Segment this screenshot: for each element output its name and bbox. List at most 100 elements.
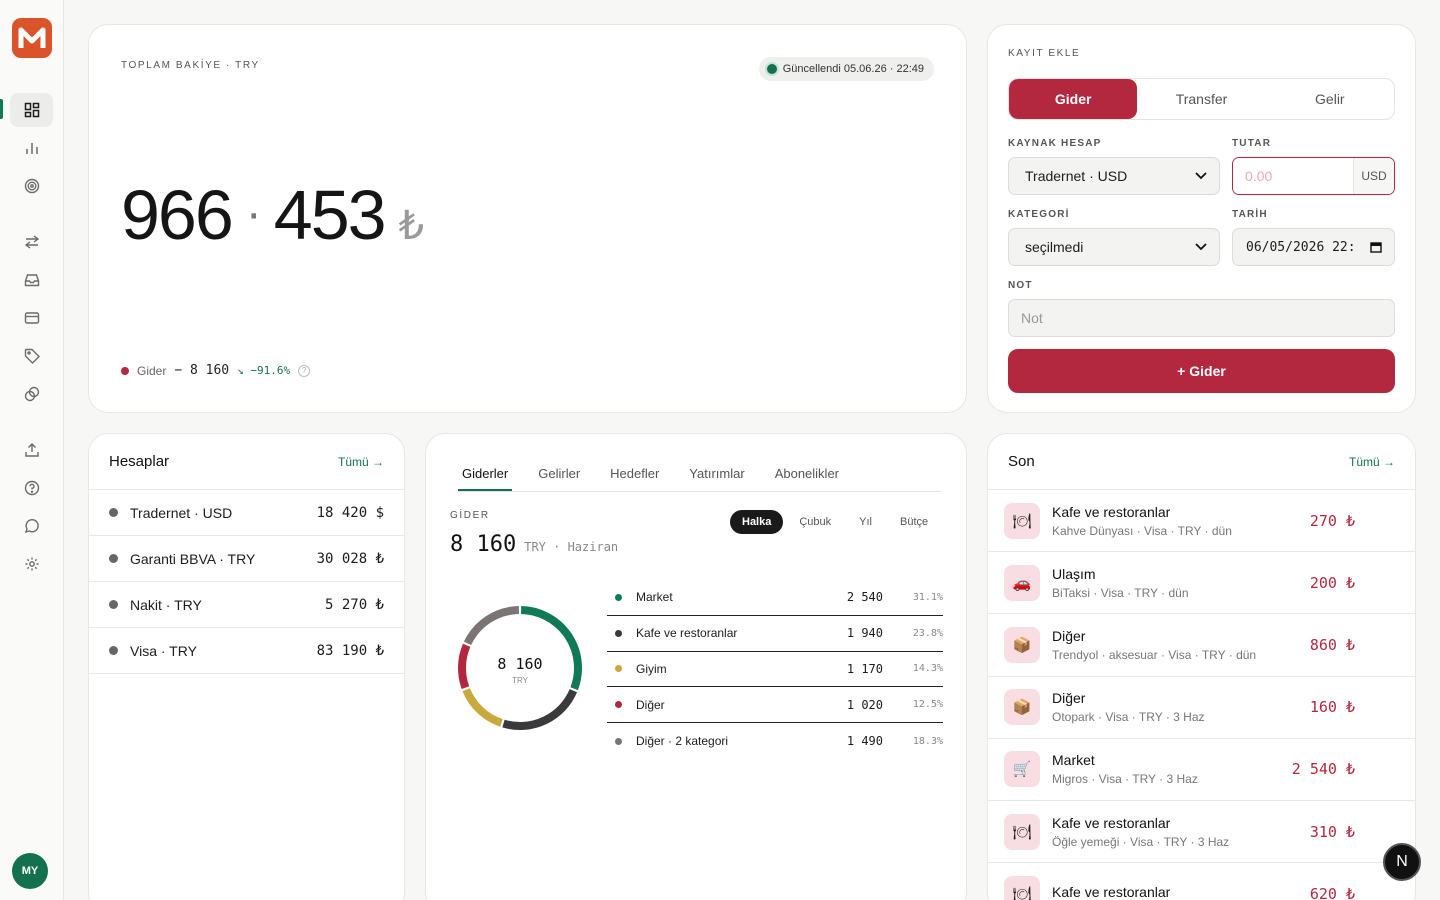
type-income[interactable]: Gelir — [1266, 79, 1394, 119]
breakdown-total-suffix: TRY · Haziran — [524, 540, 619, 554]
nav-dashboard[interactable] — [10, 93, 53, 127]
nav-tags[interactable] — [10, 339, 53, 373]
legend-row[interactable]: Diğer 1 020 12.5% — [607, 687, 943, 724]
record-type-toggle: Gider Transfer Gelir — [1008, 78, 1395, 120]
balance-currency: ₺ — [398, 204, 424, 248]
tab-income[interactable]: Gelirler — [534, 456, 584, 491]
donut-center-unit: TRY — [512, 676, 529, 685]
amount-input[interactable]: 0.00 — [1233, 158, 1353, 194]
legend-value: 1 170 — [846, 661, 883, 676]
transaction-row[interactable]: 📦 Diğer Trendyol · aksesuar · Visa · TRY ·… — [988, 614, 1415, 677]
chevron-down-icon — [1195, 243, 1207, 251]
view-ring[interactable]: Halka — [730, 510, 784, 534]
note-input[interactable]: Not — [1008, 299, 1395, 337]
nav-import[interactable] — [10, 433, 53, 467]
nav-analytics[interactable] — [10, 131, 53, 165]
account-row[interactable]: Tradernet · USD 18 420 $ — [89, 490, 404, 536]
info-icon[interactable]: ? — [298, 364, 311, 377]
transaction-info: Kafe ve restoranlar Öğle yemeği · Visa · … — [1052, 815, 1265, 849]
nav-cards[interactable] — [10, 301, 53, 335]
view-bar[interactable]: Çubuk — [787, 510, 843, 534]
expense-label: Gider — [137, 363, 167, 378]
donut-segment[interactable] — [502, 689, 578, 730]
transaction-subtitle: Otopark · Visa · TRY · 3 Haz — [1052, 710, 1205, 725]
transaction-row[interactable]: 🛒 Market Migros · Visa · TRY · 3 Haz 2 540 … — [988, 739, 1415, 801]
donut-segment[interactable] — [462, 688, 503, 727]
category-icon: 🍽 — [1004, 502, 1040, 539]
account-row[interactable]: Visa · TRY 83 190 ₺ — [89, 628, 404, 674]
donut-segment[interactable] — [463, 606, 520, 646]
transaction-row[interactable]: 🍽 Kafe ve restoranlar Kahve Dünyası · Visa… — [988, 490, 1415, 553]
transaction-row[interactable]: 📦 Diğer Otopark · Visa · TRY · 3 Haz 160 ₺ — [988, 677, 1415, 739]
transaction-amount: 160 ₺ — [1309, 698, 1355, 717]
balance-separator: · — [245, 187, 262, 240]
accounts-view-all-link[interactable]: Tümü → — [338, 455, 384, 469]
tab-subscriptions[interactable]: Abonelikler — [771, 456, 843, 491]
category-icon: 🍽 — [1004, 875, 1040, 900]
donut-segment[interactable] — [520, 606, 582, 691]
transaction-info: Diğer Otopark · Visa · TRY · 3 Haz — [1052, 690, 1265, 724]
account-row[interactable]: Garanti BBVA · TRY 30 028 ₺ — [89, 536, 404, 582]
transaction-title: Kafe ve restoranlar — [1052, 883, 1171, 900]
nav-inbox[interactable] — [10, 263, 53, 297]
expense-value: − 8 160 — [174, 363, 230, 378]
nav-transfers[interactable] — [10, 225, 53, 259]
category-icon: 📦 — [1004, 626, 1040, 663]
status-dot — [766, 64, 777, 74]
date-input[interactable]: 06/05/2026 22: — [1232, 228, 1395, 266]
legend-value: 1 490 — [846, 734, 883, 749]
source-account-select[interactable]: Tradernet · USD — [1008, 157, 1220, 195]
expense-legend: Market 2 540 31.1% Kafe ve restoranlar 1… — [607, 580, 943, 759]
type-expense[interactable]: Gider — [1009, 79, 1138, 119]
legend-name: Market — [636, 590, 673, 605]
legend-value: 1 940 — [846, 626, 883, 641]
account-name: Tradernet · USD — [130, 504, 233, 521]
legend-name: Kafe ve restoranlar — [636, 626, 738, 641]
breakdown-card: Giderler Gelirler Hedefler Yatırımlar Ab… — [425, 433, 967, 900]
tab-goals[interactable]: Hedefler — [606, 456, 663, 491]
transaction-amount: 270 ₺ — [1309, 511, 1355, 530]
recent-view-all-link[interactable]: Tümü → — [1349, 455, 1395, 469]
view-budget[interactable]: Bütçe — [888, 510, 940, 534]
tab-investments[interactable]: Yatırımlar — [685, 456, 748, 491]
source-label: KAYNAK HESAP — [1008, 138, 1102, 149]
legend-row[interactable]: Market 2 540 31.1% — [607, 580, 943, 616]
nav-settings[interactable] — [10, 547, 53, 581]
account-name: Visa · TRY — [130, 642, 197, 659]
nav-goals[interactable] — [10, 169, 53, 203]
account-row[interactable]: Nakit · TRY 5 270 ₺ — [89, 582, 404, 628]
recent-title: Son — [1008, 453, 1035, 470]
view-year[interactable]: Yıl — [847, 510, 884, 534]
nav-messages[interactable] — [10, 509, 53, 543]
category-select[interactable]: seçilmedi — [1008, 228, 1220, 266]
nav-help[interactable] — [10, 471, 53, 505]
transaction-row[interactable]: 🍽 Kafe ve restoranlar Öğle yemeği · Visa ·… — [988, 801, 1415, 864]
amount-field[interactable]: 0.00 USD — [1232, 157, 1395, 195]
transaction-subtitle: Migros · Visa · TRY · 3 Haz — [1052, 772, 1198, 787]
transaction-row[interactable]: 🚗 Ulaşım BiTaksi · Visa · TRY · dün 200 ₺ — [988, 552, 1415, 615]
add-record-title: KAYIT EKLE — [1008, 48, 1081, 59]
account-dot — [109, 508, 118, 517]
date-value: 06/05/2026 22: — [1246, 239, 1356, 255]
transaction-title: Kafe ve restoranlar — [1052, 503, 1171, 520]
add-expense-button[interactable]: + Gider — [1008, 349, 1395, 393]
type-transfer[interactable]: Transfer — [1137, 79, 1265, 119]
legend-row[interactable]: Kafe ve restoranlar 1 940 23.8% — [607, 616, 943, 652]
help-icon — [24, 480, 39, 496]
tab-expenses[interactable]: Giderler — [458, 456, 513, 491]
total-balance: 966 · 453 ₺ — [121, 175, 424, 255]
transaction-row[interactable]: 🍽 Kafe ve restoranlar 620 ₺ — [988, 863, 1415, 900]
floating-n-button[interactable]: N — [1383, 843, 1421, 881]
legend-row[interactable]: Giyim 1 170 14.3% — [607, 652, 943, 688]
donut-segment[interactable] — [458, 643, 471, 689]
app-logo[interactable] — [12, 18, 52, 58]
legend-row[interactable]: Diğer · 2 kategori 1 490 18.3% — [607, 723, 943, 759]
user-avatar[interactable]: MY — [12, 853, 48, 889]
nav-investments[interactable] — [10, 377, 53, 411]
legend-name: Giyim — [636, 661, 667, 676]
legend-dot — [615, 701, 622, 709]
expense-summary: Gider − 8 160 ↘ −91.6% ? — [121, 363, 311, 378]
balance-frac: 453 — [273, 176, 387, 254]
tag-icon — [24, 348, 40, 364]
legend-pct: 23.8% — [912, 627, 943, 639]
